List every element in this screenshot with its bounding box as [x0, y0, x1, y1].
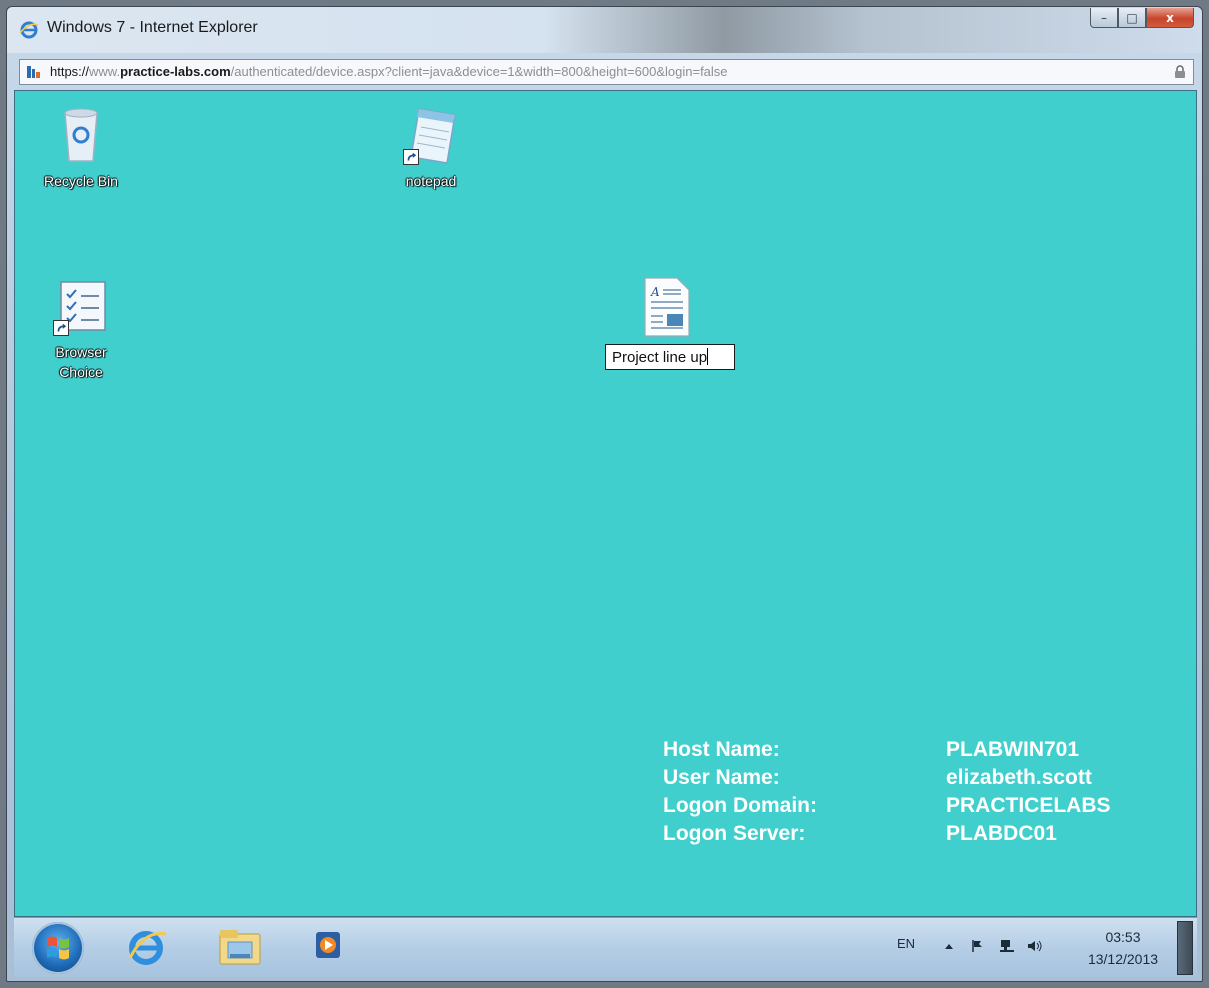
bginfo-row-server: Logon Server: PLABDC01	[663, 820, 1111, 848]
maximize-button[interactable]: □	[1118, 8, 1146, 28]
windows-logo-icon	[47, 936, 69, 960]
taskbar: EN 03:53 13/12/2013	[14, 917, 1197, 977]
network-icon[interactable]	[999, 939, 1015, 953]
url-host: practice-labs.com	[120, 64, 231, 79]
taskbar-windows-explorer[interactable]	[216, 924, 264, 970]
clock-time: 03:53	[1105, 929, 1141, 945]
system-tray: EN 03:53 13/12/2013	[867, 918, 1197, 976]
desktop-icon-notepad[interactable]: notepad	[376, 105, 486, 191]
url-path: /authenticated/device.aspx?client=java&d…	[230, 64, 728, 79]
desktop-icon-document[interactable]: A	[639, 276, 695, 338]
lock-icon[interactable]	[1174, 65, 1186, 79]
svg-text:A: A	[650, 285, 660, 299]
desktop-icon-recycle-bin[interactable]: Recycle Bin	[26, 105, 136, 191]
show-desktop-button[interactable]	[1177, 921, 1193, 975]
bginfo-key: Host Name:	[663, 738, 780, 761]
url-scheme: https://	[50, 64, 90, 79]
bginfo-row-host: Host Name: PLABWIN701	[663, 736, 1111, 764]
rename-input[interactable]: Project line up	[605, 344, 735, 370]
window-title: Windows 7 - Internet Explorer	[47, 19, 258, 36]
bginfo-value: elizabeth.scott	[946, 766, 1092, 789]
bginfo-key: Logon Server:	[663, 822, 806, 845]
bginfo-key: User Name:	[663, 766, 780, 789]
site-favicon-icon	[27, 66, 40, 78]
document-icon: A	[644, 277, 690, 337]
notepad-icon	[403, 105, 459, 165]
address-bar[interactable]: https://www.practice-labs.com/authentica…	[19, 59, 1194, 85]
browser-choice-icon	[53, 276, 109, 336]
bginfo-row-domain: Logon Domain: PRACTICELABS	[663, 792, 1111, 820]
bginfo-value: PLABWIN701	[946, 738, 1080, 761]
window-controls: – □ x	[1090, 8, 1194, 28]
start-button[interactable]	[32, 922, 84, 974]
volume-icon[interactable]	[1027, 939, 1043, 953]
windows-explorer-icon	[219, 930, 261, 965]
recycle-bin-label: Recycle Bin	[44, 173, 118, 189]
text-caret	[707, 348, 709, 365]
remote-desktop[interactable]: Recycle Bin notepad Browser Choice A Pro…	[14, 90, 1197, 917]
shortcut-arrow-icon	[53, 320, 69, 336]
bginfo-value: PLABDC01	[946, 822, 1057, 845]
close-button[interactable]: x	[1146, 8, 1194, 28]
taskbar-media-player[interactable]	[310, 924, 358, 970]
rename-input-value: Project line up	[612, 349, 708, 366]
shortcut-arrow-icon	[403, 149, 419, 165]
recycle-bin-icon	[64, 108, 98, 162]
browser-choice-label: Browser Choice	[55, 342, 106, 382]
language-indicator[interactable]: EN	[897, 936, 915, 951]
action-center-flag-icon[interactable]	[971, 939, 987, 953]
clock-date: 13/12/2013	[1087, 951, 1159, 967]
notepad-label: notepad	[405, 173, 457, 189]
browser-choice-label-line2: Choice	[59, 364, 103, 380]
internet-explorer-icon	[128, 931, 167, 965]
media-player-icon	[316, 932, 340, 958]
taskbar-internet-explorer[interactable]	[122, 924, 170, 970]
ie-logo-icon	[19, 21, 39, 39]
taskbar-clock[interactable]: 03:53 13/12/2013	[1083, 926, 1163, 970]
bginfo-key: Logon Domain:	[663, 794, 817, 817]
url-prefix: www.	[89, 64, 121, 79]
bginfo-value: PRACTICELABS	[946, 794, 1111, 817]
url-text[interactable]: https://www.practice-labs.com/authentica…	[50, 64, 728, 79]
bginfo-panel: Host Name: PLABWIN701 User Name: elizabe…	[663, 736, 1111, 848]
title-bar[interactable]: Windows 7 - Internet Explorer – □ x	[7, 7, 1202, 53]
desktop-icon-browser-choice[interactable]: Browser Choice	[26, 276, 136, 382]
browser-choice-label-line1: Browser	[55, 344, 107, 360]
bginfo-row-user: User Name: elizabeth.scott	[663, 764, 1111, 792]
minimize-button[interactable]: –	[1090, 8, 1118, 28]
show-hidden-icons-icon[interactable]	[941, 939, 957, 953]
